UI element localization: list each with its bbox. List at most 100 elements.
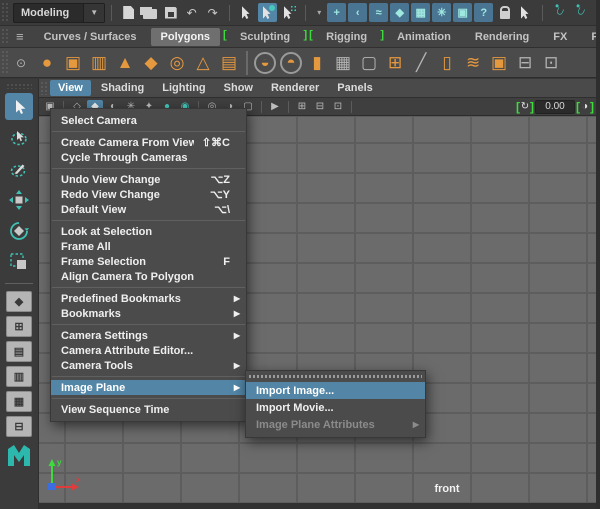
- layout-four-pane[interactable]: ⊞: [6, 316, 32, 337]
- tab-curves-surfaces[interactable]: Curves / Surfaces: [34, 28, 147, 46]
- panel-menu-renderer[interactable]: Renderer: [263, 80, 327, 96]
- snap-to-grid-icon[interactable]: ∩: [547, 0, 572, 25]
- smooth-icon[interactable]: ▢: [356, 50, 382, 76]
- mask-deformations-icon[interactable]: ◆: [390, 3, 409, 22]
- multi-cut-icon[interactable]: ⊞: [382, 50, 408, 76]
- tab-polygons[interactable]: Polygons: [151, 28, 221, 46]
- tab-rigging[interactable]: Rigging: [316, 28, 377, 46]
- mask-misc-icon[interactable]: ?: [474, 3, 493, 22]
- menu-item-cycle-through-cameras[interactable]: Cycle Through Cameras: [51, 150, 246, 165]
- menu-item-image-plane[interactable]: Image Plane ▶: [51, 380, 246, 395]
- copy-view-icon[interactable]: ⊞: [294, 100, 310, 114]
- move-tool[interactable]: [5, 186, 33, 213]
- mirror-icon[interactable]: ▣: [486, 50, 512, 76]
- tab-rendering[interactable]: Rendering: [465, 28, 539, 46]
- menu-item-undo-view-change[interactable]: Undo View Change ⌥Z: [51, 172, 246, 187]
- combine-icon[interactable]: ◒: [254, 52, 276, 74]
- layout-persp-outliner[interactable]: ⊟: [6, 416, 32, 437]
- poly-pyramid-icon[interactable]: △: [190, 50, 216, 76]
- mask-curves-icon[interactable]: ‹: [348, 3, 367, 22]
- rotate-tool[interactable]: [5, 217, 33, 244]
- poly-plane-icon[interactable]: ◆: [138, 50, 164, 76]
- lasso-tool[interactable]: [5, 124, 33, 151]
- select-by-hierarchy-icon[interactable]: [237, 3, 256, 22]
- target-weld-icon[interactable]: ⊡: [538, 50, 564, 76]
- paint-select-tool[interactable]: [5, 155, 33, 182]
- mask-surfaces-icon[interactable]: ≈: [369, 3, 388, 22]
- layout-single-pane[interactable]: ◆: [6, 291, 32, 312]
- poly-cylinder-icon[interactable]: ▥: [86, 50, 112, 76]
- drag-handle[interactable]: [1, 2, 8, 23]
- tab-fx-caching[interactable]: FX Caching: [581, 28, 596, 46]
- snap-to-point-icon[interactable]: ∩: [589, 0, 596, 25]
- menuset-dropdown[interactable]: Modeling ▼: [13, 3, 105, 23]
- separate-icon[interactable]: ◓: [280, 52, 302, 74]
- menu-item-look-at-selection[interactable]: Look at Selection: [51, 224, 246, 239]
- layout-persp-graph[interactable]: ▥: [6, 366, 32, 387]
- menu-item-bookmarks[interactable]: Bookmarks ▶: [51, 306, 246, 321]
- tab-animation[interactable]: Animation: [387, 28, 461, 46]
- scale-tool[interactable]: [5, 248, 33, 275]
- boolean-icon[interactable]: ▦: [330, 50, 356, 76]
- panel-menu-show[interactable]: Show: [216, 80, 261, 96]
- new-scene-icon[interactable]: [119, 3, 138, 22]
- poly-cone-icon[interactable]: ▲: [112, 50, 138, 76]
- panel-menu-view[interactable]: View: [50, 80, 91, 96]
- highlight-selection-icon[interactable]: [516, 3, 535, 22]
- layout-outliner-persp[interactable]: ▤: [6, 341, 32, 362]
- panel-menu-panels[interactable]: Panels: [329, 80, 380, 96]
- shelf-menu-icon[interactable]: ≡: [10, 29, 32, 44]
- flow-icon[interactable]: ≋: [460, 50, 486, 76]
- select-by-component-icon[interactable]: [279, 3, 298, 22]
- menu-item-camera-settings[interactable]: Camera Settings ▶: [51, 328, 246, 343]
- menu-item-camera-tools[interactable]: Camera Tools ▶: [51, 358, 246, 373]
- menu-item-predefined-bookmarks[interactable]: Predefined Bookmarks ▶: [51, 291, 246, 306]
- poly-torus-icon[interactable]: ◎: [164, 50, 190, 76]
- select-by-object-icon[interactable]: [258, 3, 277, 22]
- menu-item-import-image[interactable]: Import Image...: [246, 382, 425, 399]
- select-tool[interactable]: [5, 93, 33, 120]
- layout-hypershade-persp[interactable]: ▦: [6, 391, 32, 412]
- menu-item-import-movie[interactable]: Import Movie...: [246, 399, 425, 416]
- menu-item-redo-view-change[interactable]: Redo View Change ⌥Y: [51, 187, 246, 202]
- gamma-toggle-icon[interactable]: ◑: [577, 100, 593, 114]
- tab-sculpting[interactable]: Sculpting: [230, 28, 300, 46]
- mask-dynamics-icon[interactable]: ✳: [432, 3, 451, 22]
- tearoff-handle[interactable]: [249, 373, 422, 380]
- undo-icon[interactable]: ↶: [182, 3, 201, 22]
- knife-icon[interactable]: ╱: [408, 50, 434, 76]
- drag-handle[interactable]: [1, 50, 8, 75]
- poly-pipe-icon[interactable]: ▤: [216, 50, 242, 76]
- panel-menu-shading[interactable]: Shading: [93, 80, 152, 96]
- save-scene-icon[interactable]: [161, 3, 180, 22]
- mask-handles-icon[interactable]: +: [327, 3, 346, 22]
- mask-joints-icon[interactable]: ▦: [411, 3, 430, 22]
- exposure-value-field[interactable]: 0.00: [535, 100, 575, 114]
- drag-handle[interactable]: [40, 81, 47, 95]
- drag-handle[interactable]: [6, 83, 32, 89]
- isolate-select-icon[interactable]: ▶: [267, 100, 283, 114]
- panel-menu-lighting[interactable]: Lighting: [154, 80, 213, 96]
- snap-to-curve-icon[interactable]: ∩: [568, 0, 593, 25]
- bridge-icon[interactable]: ⊟: [512, 50, 538, 76]
- poly-sphere-icon[interactable]: ●: [34, 50, 60, 76]
- redo-icon[interactable]: ↷: [203, 3, 222, 22]
- tab-fx[interactable]: FX: [543, 28, 577, 46]
- menu-item-align-camera-to-polygon[interactable]: Align Camera To Polygon: [51, 269, 246, 284]
- drag-handle[interactable]: [1, 28, 8, 45]
- paste-view-icon[interactable]: ⊟: [312, 100, 328, 114]
- snapshot-icon[interactable]: ⊡: [330, 100, 346, 114]
- menu-item-select-camera[interactable]: Select Camera: [51, 113, 246, 128]
- menu-item-default-view[interactable]: Default View ⌥\: [51, 202, 246, 217]
- extract-icon[interactable]: ▮: [304, 50, 330, 76]
- lock-selection-icon[interactable]: [495, 3, 514, 22]
- gear-icon[interactable]: ⊙: [10, 56, 34, 70]
- menu-item-frame-all[interactable]: Frame All: [51, 239, 246, 254]
- menu-item-frame-selection[interactable]: Frame Selection F: [51, 254, 246, 269]
- menu-item-image-plane-attributes[interactable]: Image Plane Attributes ▶: [246, 416, 425, 433]
- selection-mask-dropdown-icon[interactable]: ▾: [313, 3, 325, 22]
- menu-item-camera-attribute-editor[interactable]: Camera Attribute Editor...: [51, 343, 246, 358]
- menu-item-view-sequence-time[interactable]: View Sequence Time: [51, 402, 246, 417]
- exposure-toggle-icon[interactable]: ↻: [517, 100, 533, 114]
- poly-cube-icon[interactable]: ▣: [60, 50, 86, 76]
